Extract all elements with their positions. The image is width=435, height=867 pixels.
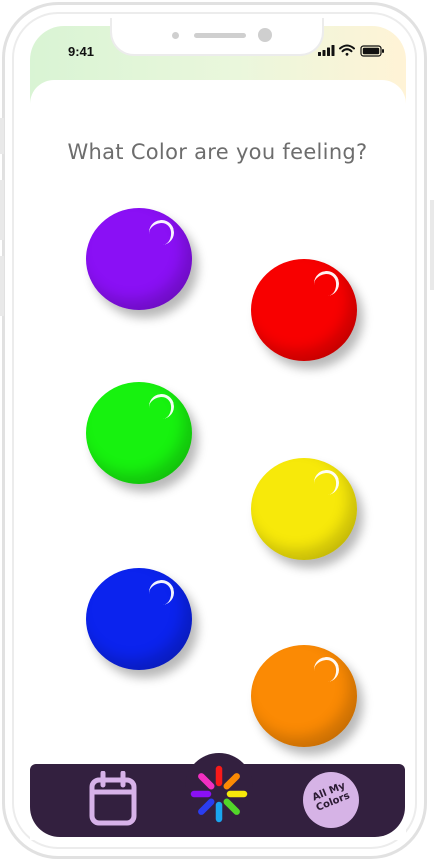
side-button <box>0 256 4 316</box>
side-button <box>430 200 434 290</box>
color-option-blue[interactable] <box>86 568 192 670</box>
highlight <box>312 468 341 497</box>
color-wheel-icon[interactable] <box>188 763 250 825</box>
highlight <box>312 269 341 298</box>
notch <box>110 18 324 56</box>
logo-text: All My Colors <box>303 776 359 817</box>
color-option-yellow[interactable] <box>251 458 357 560</box>
sensor-dot <box>172 32 179 39</box>
page-title: What Color are you feeling? <box>67 140 368 164</box>
highlight <box>147 392 176 421</box>
speaker-grille <box>194 33 246 38</box>
color-option-purple[interactable] <box>86 208 192 310</box>
highlight <box>147 218 176 247</box>
calendar-icon[interactable] <box>88 771 138 827</box>
all-my-colors-logo[interactable]: All My Colors <box>303 772 359 828</box>
status-icons <box>318 44 384 57</box>
color-option-green[interactable] <box>86 382 192 484</box>
status-time: 9:41 <box>68 44 95 59</box>
side-button <box>0 180 4 240</box>
front-camera <box>258 28 272 42</box>
content-card <box>30 80 406 840</box>
color-option-red[interactable] <box>251 259 357 361</box>
cellular-signal-icon <box>318 45 335 56</box>
color-option-orange[interactable] <box>251 645 357 747</box>
highlight <box>147 578 176 607</box>
highlight <box>312 655 341 684</box>
battery-icon <box>360 45 384 57</box>
wifi-icon <box>339 44 355 56</box>
